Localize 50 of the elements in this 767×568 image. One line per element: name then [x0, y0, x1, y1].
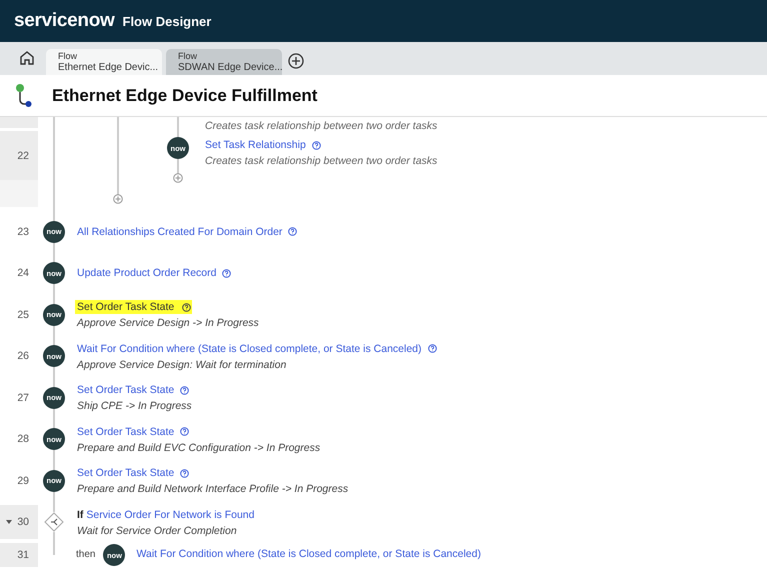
flow-title: Ethernet Edge Device Fulfillment: [52, 86, 318, 106]
add-step-icon[interactable]: [113, 194, 123, 204]
add-tab-icon[interactable]: [288, 53, 304, 69]
line-number: 28: [17, 433, 29, 446]
step-link[interactable]: Service Order For Network is Found: [86, 508, 254, 521]
line-number: 22: [17, 150, 29, 162]
step-link[interactable]: Set Order Task State: [77, 426, 174, 438]
line-number: 23: [17, 226, 29, 238]
help-icon[interactable]: [180, 386, 190, 395]
home-icon[interactable]: [19, 50, 35, 66]
line-number: 27: [17, 392, 29, 404]
step-link[interactable]: Wait For Condition where (State is Closed complete, or State is Canceled): [77, 342, 422, 355]
step-description: Ship CPE -> In Progress: [76, 400, 192, 412]
step-description: Prepare and Build EVC Configuration -> In Progress: [76, 442, 320, 454]
caret-icon[interactable]: [6, 520, 12, 524]
line-number: 25: [17, 308, 29, 321]
line-number: 24: [17, 267, 29, 280]
step-link[interactable]: Set Task Relationship: [205, 139, 306, 151]
step-link[interactable]: Set Order Task State: [77, 467, 174, 480]
if-keyword: If: [77, 508, 84, 521]
gutter-cell: [0, 117, 38, 128]
help-icon[interactable]: [428, 344, 437, 354]
step-description: Creates task relationship between two order tasks: [204, 120, 438, 133]
step-link[interactable]: Set Order Task State: [77, 384, 174, 396]
help-icon[interactable]: [222, 268, 232, 278]
step-link[interactable]: Set Order Task State: [75, 300, 192, 314]
step-link[interactable]: Wait For Condition where (State is Closed complete, or State is Canceled): [136, 548, 481, 560]
step-description: Creates task relationship between two order tasks: [204, 155, 438, 167]
flow-tab[interactable]: Flow SDWAN Edge Device...: [166, 49, 282, 75]
step-description: Prepare and Build Network Interface Profile -> In Progress: [76, 483, 348, 496]
help-icon[interactable]: [288, 227, 298, 236]
then-keyword: then: [76, 549, 96, 560]
line-number: 30: [17, 516, 29, 528]
help-icon[interactable]: [180, 427, 190, 436]
app-title: Flow Designer: [122, 14, 212, 28]
help-icon[interactable]: [182, 302, 192, 312]
step-link[interactable]: All Relationships Created For Domain Order: [77, 226, 282, 238]
servicenow-logo: servicenow: [14, 10, 114, 32]
step-description: Approve Service Design: Wait for termination: [76, 358, 288, 371]
step-link[interactable]: Update Product Order Record: [77, 267, 216, 280]
step-description: Wait for Service Order Completion: [76, 524, 238, 537]
help-icon[interactable]: [180, 468, 190, 478]
help-icon[interactable]: [312, 140, 321, 150]
flow-icon: [16, 84, 32, 108]
add-step-icon[interactable]: [173, 173, 183, 183]
line-number: 31: [17, 549, 29, 561]
flow-tab[interactable]: Flow Ethernet Edge Devic...: [46, 49, 162, 75]
line-number: 26: [17, 350, 29, 362]
line-number: 29: [17, 474, 29, 487]
step-description: Approve Service Design -> In Progress: [76, 317, 259, 330]
